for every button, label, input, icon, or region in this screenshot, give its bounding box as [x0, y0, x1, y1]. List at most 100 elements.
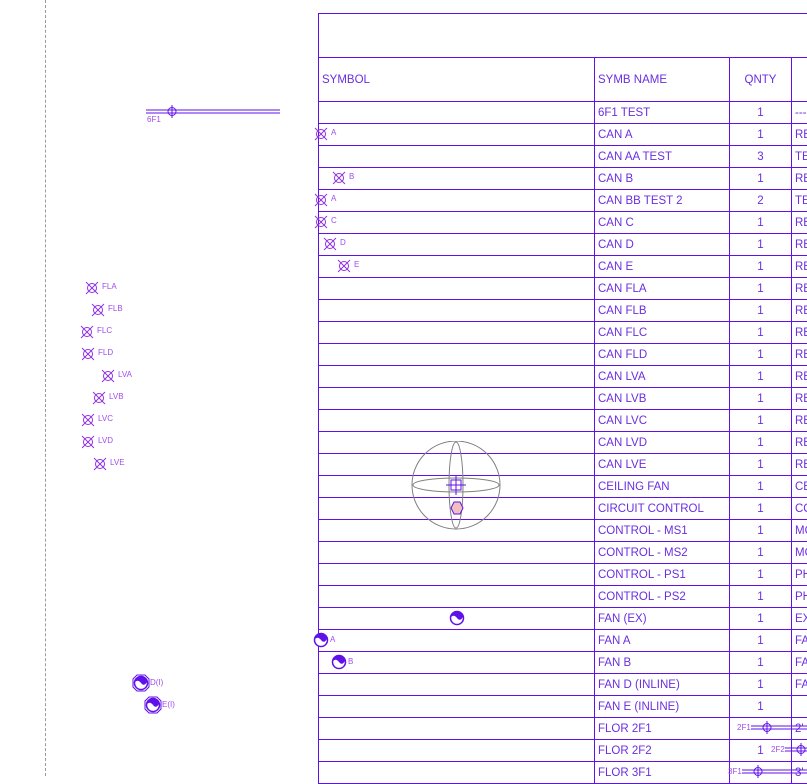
exhaust-fan-icon[interactable] — [312, 631, 330, 649]
symbol-cell — [319, 146, 595, 167]
floor-pipe-symbol[interactable] — [742, 764, 807, 780]
table-row: CAN C1RE — [319, 212, 807, 234]
can-light-icon[interactable] — [81, 435, 95, 449]
qnty-cell: 1 — [730, 498, 792, 519]
table-row: CAN A1RE — [319, 124, 807, 146]
qnty-cell: 1 — [730, 630, 792, 651]
can-light-icon[interactable] — [314, 127, 328, 141]
qnty-cell: 1 — [730, 696, 792, 717]
symb-name-cell: CAN LVE — [595, 454, 730, 475]
table-row: CONTROL - PS11PH — [319, 564, 807, 586]
qnty-cell: 1 — [730, 586, 792, 607]
symbol-cell — [319, 190, 595, 211]
symb-name-cell: CAN LVA — [595, 366, 730, 387]
header-symb-name: SYMB NAME — [595, 58, 730, 101]
table-row: CIRCUIT CONTROL1CO — [319, 498, 807, 520]
qnty-cell: 1 — [730, 102, 792, 123]
table-row: FAN D (INLINE)1FA — [319, 674, 807, 696]
can-light-icon[interactable] — [314, 193, 328, 207]
table-row: CONTROL - PS21PH — [319, 586, 807, 608]
qnty-cell: 1 — [730, 520, 792, 541]
symbol-cell — [319, 168, 595, 189]
desc-cell: PH — [792, 586, 807, 607]
desc-cell: RE — [792, 410, 807, 431]
symbol-cell — [319, 212, 595, 233]
symb-name-cell: CONTROL - PS1 — [595, 564, 730, 585]
can-light-icon[interactable] — [92, 391, 106, 405]
desc-cell: EX — [792, 608, 807, 629]
pipe-6f1-symbol[interactable] — [146, 104, 282, 124]
symbol-cell — [319, 674, 595, 695]
can-light-icon[interactable] — [81, 413, 95, 427]
ceiling-fan-symbol[interactable] — [411, 441, 503, 533]
inline-fan-icon[interactable] — [132, 674, 150, 692]
desc-cell — [792, 696, 807, 717]
table-row: FAN A1FA — [319, 630, 807, 652]
qnty-cell: 1 — [730, 124, 792, 145]
symb-name-cell: CAN D — [595, 234, 730, 255]
table-row: CAN LVE1RE — [319, 454, 807, 476]
table-row: CAN LVA1RE — [319, 366, 807, 388]
symbol-cell — [319, 256, 595, 277]
qnty-cell: 1 — [730, 344, 792, 365]
fan-label: B — [348, 657, 354, 666]
can-light-icon[interactable] — [337, 259, 351, 273]
qnty-cell: 1 — [730, 234, 792, 255]
symbol-cell — [319, 652, 595, 673]
floor-pipe-symbol[interactable] — [785, 742, 807, 758]
can-light-icon[interactable] — [314, 215, 328, 229]
desc-cell: CE — [792, 476, 807, 497]
fan-label: E(I) — [162, 700, 175, 709]
table-row: CAN FLA1RE — [319, 278, 807, 300]
desc-cell: RE — [792, 256, 807, 277]
can-light-icon[interactable] — [93, 457, 107, 471]
symbol-cell — [319, 124, 595, 145]
table-row: CAN FLC1RE — [319, 322, 807, 344]
can-light-icon[interactable] — [323, 237, 337, 251]
can-label: C — [331, 216, 337, 225]
table-row: CAN E1RE — [319, 256, 807, 278]
inline-fan-icon[interactable] — [144, 696, 162, 714]
header-desc — [792, 58, 807, 101]
can-label: LVA — [118, 370, 132, 379]
floor-pipe-label: 2F1 — [737, 723, 751, 732]
qnty-cell: 1 — [730, 652, 792, 673]
table-row: CAN D1RE — [319, 234, 807, 256]
symb-name-cell: CAN E — [595, 256, 730, 277]
can-light-icon[interactable] — [80, 325, 94, 339]
symb-name-cell: FLOR 3F1 — [595, 762, 730, 783]
symb-name-cell: CAN AA TEST — [595, 146, 730, 167]
can-label: FLC — [97, 326, 113, 335]
desc-cell: RE — [792, 388, 807, 409]
symbol-cell — [319, 740, 595, 761]
header-symbol: SYMBOL — [319, 58, 595, 101]
table-row: FAN (EX)1EX — [319, 608, 807, 630]
symb-name-cell: CONTROL - MS1 — [595, 520, 730, 541]
table-row: FLOR 2F2 1 — [319, 740, 807, 762]
can-light-icon[interactable] — [91, 303, 105, 317]
desc-cell: RE — [792, 366, 807, 387]
symb-name-cell: FAN B — [595, 652, 730, 673]
qnty-cell: 1 — [730, 542, 792, 563]
can-light-icon[interactable] — [85, 281, 99, 295]
table-row: FAN B1FA — [319, 652, 807, 674]
symb-name-cell: 6F1 TEST — [595, 102, 730, 123]
symb-name-cell: CIRCUIT CONTROL — [595, 498, 730, 519]
symbol-cell — [319, 388, 595, 409]
desc-cell: MO — [792, 542, 807, 563]
exhaust-fan-icon[interactable] — [330, 653, 348, 671]
drawing-canvas[interactable]: 6F1 SYMBOL SYMB NAME QNTY 6F1 TEST 1 --- CA… — [0, 0, 807, 784]
can-light-icon[interactable] — [81, 347, 95, 361]
exhaust-fan-icon[interactable] — [448, 609, 466, 627]
table-row: CAN BB TEST 22TE — [319, 190, 807, 212]
symb-name-cell: CONTROL - PS2 — [595, 586, 730, 607]
symbol-cell — [319, 322, 595, 343]
symb-name-cell: CEILING FAN — [595, 476, 730, 497]
floor-pipe-symbol[interactable] — [751, 720, 807, 736]
desc-cell: PH — [792, 564, 807, 585]
can-light-icon[interactable] — [101, 369, 115, 383]
desc-cell: RE — [792, 454, 807, 475]
desc-cell: RE — [792, 168, 807, 189]
qnty-cell: 1 — [730, 278, 792, 299]
can-light-icon[interactable] — [332, 171, 346, 185]
